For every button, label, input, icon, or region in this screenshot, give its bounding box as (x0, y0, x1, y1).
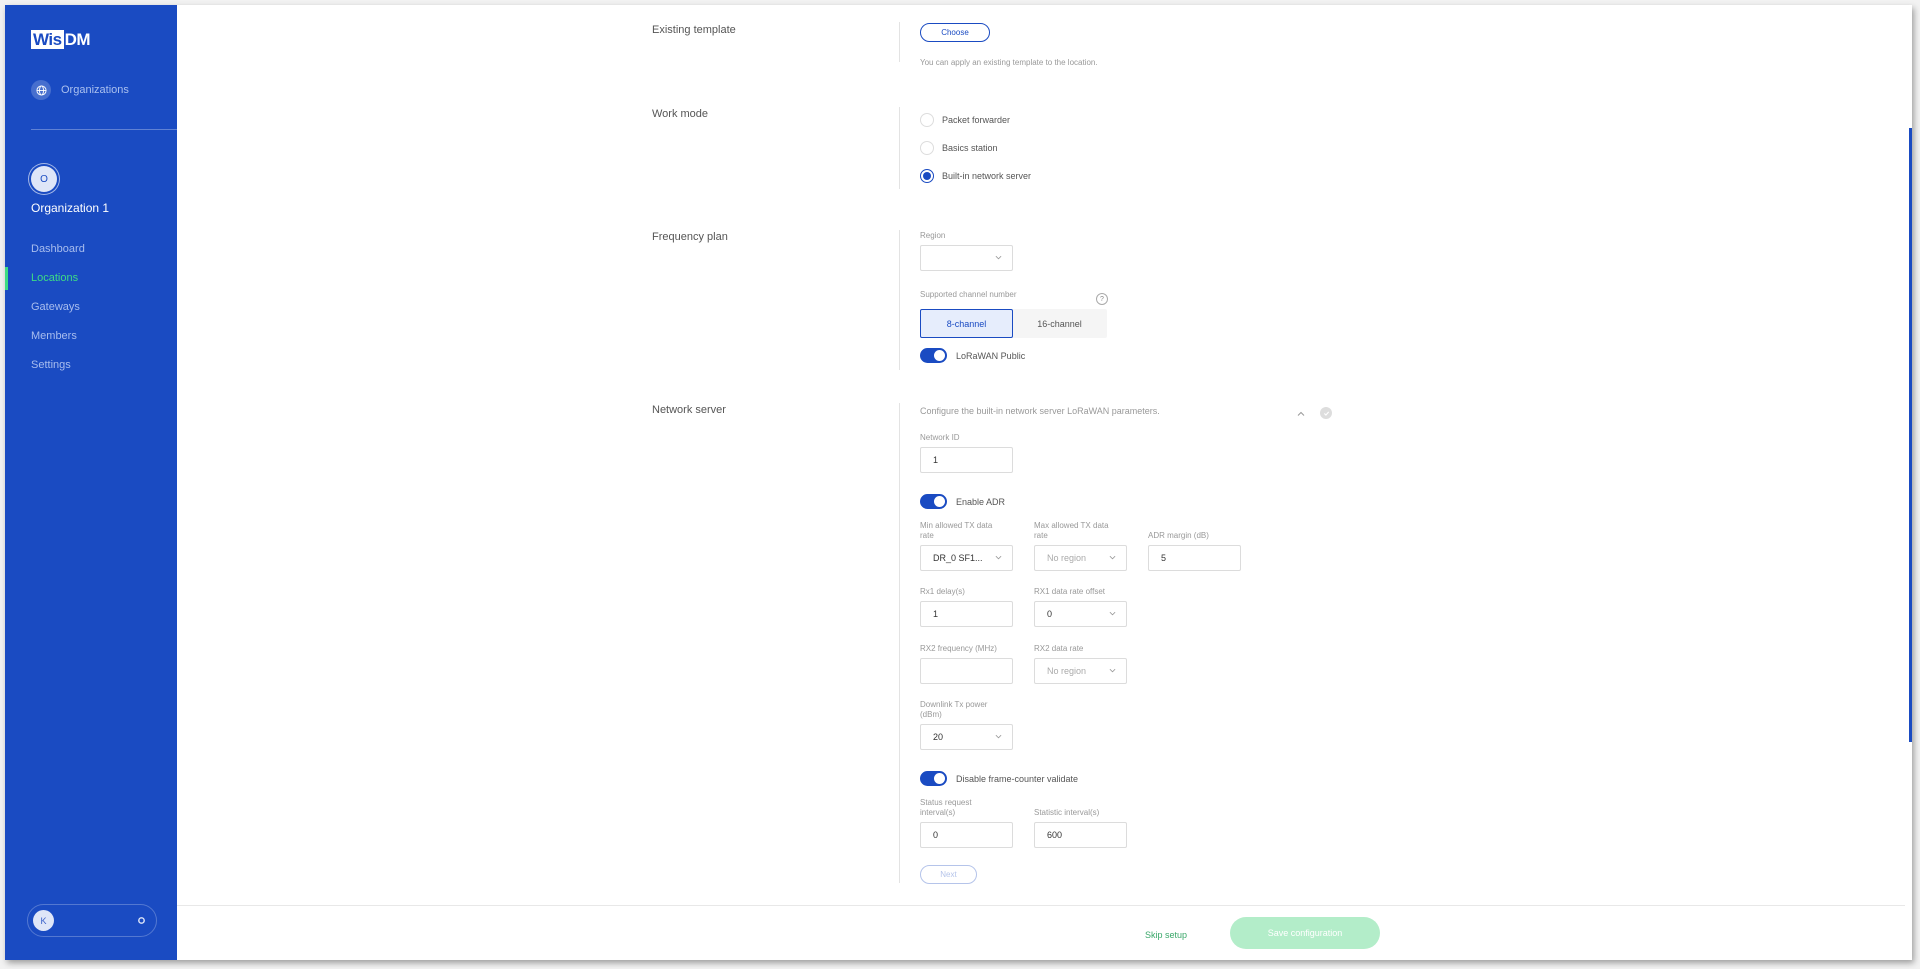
app-window: Wis DM Organizations O Organization 1 Das… (5, 5, 1912, 960)
network-id-input[interactable]: 1 (920, 447, 1013, 473)
section-divider (899, 403, 900, 883)
statistic-interval-label: Statistic interval(s) (1034, 808, 1100, 817)
radio-label: Built-in network server (942, 171, 1032, 181)
region-label: Region (920, 231, 946, 240)
adr-margin-input[interactable]: 5 (1148, 545, 1241, 571)
toggle-label: Enable ADR (956, 496, 1006, 507)
logo-dm: DM (64, 30, 91, 49)
status-interval-label: Status request interval(s) (920, 798, 972, 817)
next-button[interactable]: Next (920, 865, 977, 884)
rx2-data-rate-label: RX2 data rate (1034, 644, 1084, 653)
section-divider (899, 22, 900, 62)
radio-label: Packet forwarder (942, 115, 1011, 125)
wisdm-logo: Wis DM (31, 30, 91, 50)
radio-button[interactable] (920, 113, 934, 127)
radio-built-in-network-server[interactable]: Built-in network server (920, 169, 1031, 183)
scrollbar-thumb[interactable] (1909, 128, 1912, 742)
save-configuration-button[interactable]: Save configuration (1230, 917, 1380, 949)
toggle-label: LoRaWAN Public (956, 350, 1026, 361)
lorawan-public-toggle-row[interactable]: LoRaWAN Public (920, 348, 1025, 363)
section-title-network-server: Network server (652, 404, 726, 416)
channel-option-8[interactable]: 8-channel (920, 309, 1013, 338)
radio-basics-station[interactable]: Basics station (920, 141, 998, 155)
rx1-delay-input[interactable]: 1 (920, 601, 1013, 627)
chevron-down-icon (995, 734, 1002, 739)
org-avatar[interactable]: O (31, 166, 57, 192)
radio-button[interactable] (920, 141, 934, 155)
sidebar-divider (31, 129, 177, 130)
check-circle-icon (1320, 407, 1332, 419)
rx2-frequency-label: RX2 frequency (MHz) (920, 644, 997, 653)
user-avatar[interactable]: K (33, 910, 54, 931)
skip-setup-link[interactable]: Skip setup (1145, 930, 1187, 940)
rx2-frequency-input[interactable] (920, 658, 1013, 684)
chevron-down-icon (1109, 555, 1116, 560)
sidebar-item-dashboard[interactable]: Dashboard (5, 235, 177, 264)
globe-icon (31, 80, 51, 100)
section-title-frequency-plan: Frequency plan (652, 231, 728, 243)
toggle-label: Disable frame-counter validate (956, 773, 1079, 784)
rx1-offset-select[interactable]: 0 (1034, 601, 1127, 627)
radio-button-checked[interactable] (920, 169, 934, 183)
max-tx-label: Max allowed TX data rate (1034, 521, 1109, 540)
sidebar: Wis DM Organizations O Organization 1 Das… (5, 5, 177, 960)
enable-adr-toggle-row[interactable]: Enable ADR (920, 494, 1005, 509)
frame-counter-toggle[interactable] (920, 771, 947, 786)
gear-icon[interactable] (136, 916, 146, 926)
rx2-data-rate-select[interactable]: No region (1034, 658, 1127, 684)
help-icon[interactable]: ? (1096, 293, 1108, 305)
chevron-down-icon (1109, 611, 1116, 616)
network-id-label: Network ID (920, 433, 960, 442)
sidebar-item-locations[interactable]: Locations (5, 264, 177, 293)
org-name: Organization 1 (31, 201, 110, 215)
rx1-offset-label: RX1 data rate offset (1034, 587, 1106, 596)
statistic-interval-input[interactable]: 600 (1034, 822, 1127, 848)
max-tx-select[interactable]: No region (1034, 545, 1127, 571)
organizations-link[interactable]: Organizations (31, 80, 129, 100)
enable-adr-toggle[interactable] (920, 494, 947, 509)
template-hint: You can apply an existing template to th… (920, 58, 1098, 67)
adr-margin-label: ADR margin (dB) (1148, 531, 1209, 540)
channel-segmented-control: 8-channel 16-channel (920, 309, 1107, 338)
organizations-label: Organizations (61, 84, 129, 96)
chevron-down-icon (1109, 668, 1116, 673)
radio-packet-forwarder[interactable]: Packet forwarder (920, 113, 1010, 127)
status-interval-input[interactable]: 0 (920, 822, 1013, 848)
frame-counter-toggle-row[interactable]: Disable frame-counter validate (920, 771, 1078, 786)
chevron-down-icon (995, 555, 1002, 560)
sidebar-nav: Dashboard Locations Gateways Members Set… (5, 235, 177, 380)
region-select[interactable] (920, 245, 1013, 271)
channel-number-label: Supported channel number (920, 290, 1017, 299)
network-server-description: Configure the built-in network server Lo… (920, 406, 1160, 416)
rx1-delay-label: Rx1 delay(s) (920, 587, 965, 596)
radio-label: Basics station (942, 143, 998, 153)
min-tx-label: Min allowed TX data rate (920, 521, 993, 540)
sidebar-item-settings[interactable]: Settings (5, 351, 177, 380)
lorawan-public-toggle[interactable] (920, 348, 947, 363)
section-title-work-mode: Work mode (652, 108, 709, 120)
logo-wis: Wis (31, 30, 64, 49)
sidebar-item-gateways[interactable]: Gateways (5, 293, 177, 322)
main-content: Existing template Choose You can apply a… (177, 5, 1912, 960)
user-menu[interactable]: K (27, 904, 157, 937)
channel-option-16[interactable]: 16-channel (1013, 309, 1106, 338)
downlink-power-label: Downlink Tx power (dBm) (920, 700, 988, 719)
sidebar-item-members[interactable]: Members (5, 322, 177, 351)
section-divider (899, 230, 900, 370)
section-title-existing-template: Existing template (652, 24, 736, 36)
chevron-down-icon (995, 255, 1002, 260)
downlink-power-select[interactable]: 20 (920, 724, 1013, 750)
min-tx-select[interactable]: DR_0 SF1... (920, 545, 1013, 571)
footer-bar: Skip setup Save configuration (177, 905, 1912, 960)
choose-template-button[interactable]: Choose (920, 23, 990, 42)
chevron-up-icon[interactable] (1296, 409, 1306, 419)
section-divider (899, 107, 900, 189)
